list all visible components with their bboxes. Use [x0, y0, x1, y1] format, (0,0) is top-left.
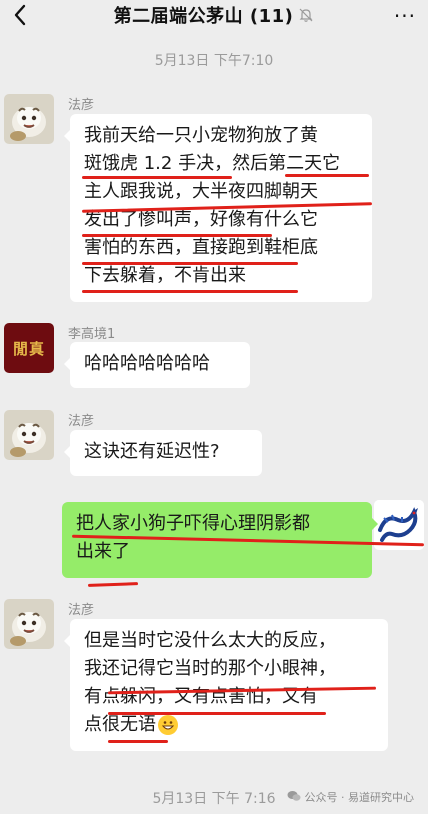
sender-name: 法彦	[68, 414, 95, 429]
avatar-tiger[interactable]	[4, 599, 54, 649]
grinning-emoji-icon	[158, 715, 178, 735]
back-arrow-icon[interactable]	[8, 2, 32, 28]
message-line: 把人家小狗子吓得心理阴影都	[76, 513, 310, 534]
watermark: 公众号 · 易道研究中心	[287, 789, 415, 805]
message-line-text: 点很无语	[84, 714, 156, 735]
annotation-underline	[87, 582, 139, 587]
avatar-tiger[interactable]	[4, 94, 54, 144]
sender-name: 李高境1	[68, 327, 116, 342]
annotation-underline	[285, 174, 369, 177]
timestamp: 5月13日 下午7:10	[154, 53, 274, 69]
avatar-seal-text: 閒真	[12, 339, 45, 358]
more-options-button[interactable]: ···	[394, 4, 416, 28]
chat-title: 第二届端公茅山 (11)	[113, 6, 294, 27]
annotation-underline	[82, 262, 298, 265]
message-bubble[interactable]: 但是当时它没什么太大的反应， 我还记得它当时的那个小眼神， 有点躲闪，又有点害怕…	[64, 619, 388, 751]
message-line: 下去躲着，不肯出来	[84, 265, 246, 286]
sender-name: 法彦	[68, 98, 95, 113]
message-line: 害怕的东西，直接跑到鞋柜底	[84, 237, 318, 258]
message-bubble[interactable]: 哈哈哈哈哈哈哈	[64, 342, 250, 388]
wechat-icon	[287, 790, 301, 805]
mute-bell-icon	[298, 7, 314, 23]
message-line: 我还记得它当时的那个小眼神，	[84, 658, 336, 679]
message-line: 点很无语	[84, 711, 374, 739]
message-text: 这诀还有延迟性?	[84, 441, 220, 462]
watermark-text: 公众号 · 易道研究中心	[304, 791, 415, 804]
message-line: 我前天给一只小宠物狗放了黄	[84, 125, 318, 146]
sender-name: 法彦	[68, 603, 95, 618]
annotation-underline	[82, 234, 272, 237]
chat-header: 第二届端公茅山 (11) ···	[0, 0, 428, 30]
message-text: 哈哈哈哈哈哈哈	[84, 353, 210, 374]
annotation-underline	[82, 176, 232, 179]
chat-title-group: 第二届端公茅山 (11)	[114, 2, 315, 28]
annotation-underline	[82, 290, 298, 293]
message-bubble[interactable]: 这诀还有延迟性?	[64, 430, 262, 476]
message-line: 但是当时它没什么太大的反应，	[84, 630, 336, 651]
annotation-underline	[108, 740, 168, 743]
avatar-seal[interactable]: 閒真	[4, 323, 54, 373]
message-line: 主人跟我说，大半夜四脚朝天	[84, 181, 318, 202]
avatar-tiger[interactable]	[4, 410, 54, 460]
annotation-underline	[108, 712, 326, 715]
